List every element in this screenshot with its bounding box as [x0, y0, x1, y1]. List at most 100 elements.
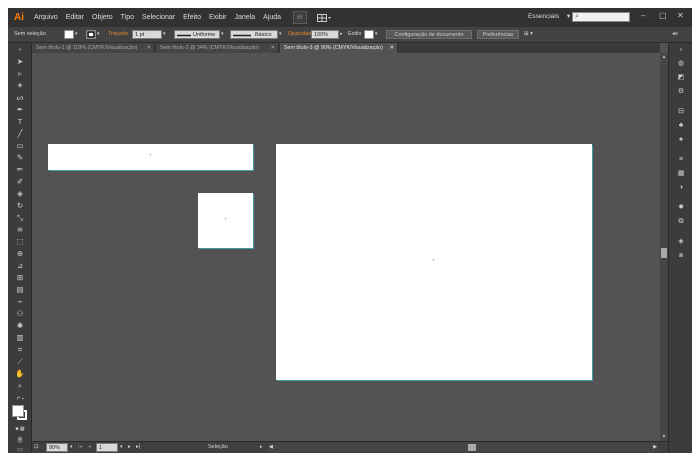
- opacity-field[interactable]: 100%: [311, 30, 339, 39]
- workspace-switcher[interactable]: Essenciais ▾: [528, 12, 570, 20]
- stroke-label[interactable]: Traçado: [108, 30, 128, 39]
- zoom-tool-icon[interactable]: ⌕: [13, 381, 27, 391]
- eraser-tool-icon[interactable]: ◈: [13, 189, 27, 199]
- blob-brush-tool-icon[interactable]: ✐: [13, 177, 27, 187]
- menu-exibir[interactable]: Exibir: [205, 14, 231, 21]
- pen-tool-icon[interactable]: ✒: [13, 105, 27, 115]
- search-input[interactable]: ⌕: [572, 12, 630, 22]
- layers-panel-icon[interactable]: ◈: [674, 237, 688, 247]
- scroll-left-icon[interactable]: ◀: [269, 443, 273, 452]
- panel-collapse-icon[interactable]: »: [13, 45, 27, 55]
- shape-builder-tool-icon[interactable]: ⊕: [13, 249, 27, 259]
- screen-mode-icon[interactable]: ▭: [13, 445, 27, 453]
- fill-stroke-control[interactable]: [12, 405, 28, 421]
- scroll-right-icon[interactable]: ▶: [653, 443, 657, 452]
- chevron-down-icon[interactable]: ▾: [75, 30, 78, 39]
- arrange-icon[interactable]: ⊞ ▾: [524, 30, 533, 39]
- appearance-panel-icon[interactable]: ✹: [674, 203, 688, 213]
- menu-ajuda[interactable]: Ajuda: [259, 14, 285, 21]
- menu-arquivo[interactable]: Arquivo: [30, 14, 62, 21]
- arrange-documents-icon[interactable]: [315, 12, 333, 23]
- brush-definition-dropdown[interactable]: Básico: [230, 30, 278, 39]
- panel-collapse-icon[interactable]: «: [674, 45, 688, 55]
- minimize-button[interactable]: –: [641, 11, 645, 20]
- paintbrush-tool-icon[interactable]: ✎: [13, 153, 27, 163]
- warp-tool-icon[interactable]: ≋: [13, 225, 27, 235]
- menu-selecionar[interactable]: Selecionar: [138, 14, 179, 21]
- stroke-weight-field[interactable]: 1 pt: [132, 30, 162, 39]
- document-setup-button[interactable]: Configuração de documento: [386, 30, 472, 39]
- mesh-tool-icon[interactable]: ⊞: [13, 273, 27, 283]
- bridge-icon[interactable]: Br: [293, 11, 308, 24]
- menu-objeto[interactable]: Objeto: [88, 14, 117, 21]
- perspective-grid-tool-icon[interactable]: ⊿: [13, 261, 27, 271]
- transparency-panel-icon[interactable]: ◑: [674, 183, 688, 193]
- close-icon[interactable]: ✕: [390, 43, 394, 53]
- close-button[interactable]: ✕: [677, 11, 684, 20]
- stroke-swatch[interactable]: [86, 30, 96, 39]
- align-panel-icon[interactable]: ⧉: [674, 217, 688, 227]
- scale-tool-icon[interactable]: ⤡: [13, 213, 27, 223]
- horizontal-scroll-thumb[interactable]: [468, 444, 476, 451]
- swatches-panel-icon[interactable]: ⚙: [674, 87, 688, 97]
- first-artboard-button[interactable]: |◂: [78, 443, 82, 452]
- chevron-down-icon[interactable]: ▾: [375, 30, 378, 39]
- chevron-down-icon[interactable]: ▾: [163, 30, 166, 39]
- preferences-button[interactable]: Preferências: [477, 30, 519, 39]
- artboard-2[interactable]: +: [198, 193, 253, 248]
- symbols-panel-icon[interactable]: ♣: [674, 121, 688, 131]
- blend-tool-icon[interactable]: ⚇: [13, 309, 27, 319]
- menu-efeito[interactable]: Efeito: [179, 14, 205, 21]
- menu-janela[interactable]: Janela: [231, 14, 260, 21]
- fill-color-box[interactable]: [12, 405, 24, 417]
- close-icon[interactable]: ✕: [147, 43, 151, 53]
- chevron-down-icon[interactable]: ▾: [120, 443, 123, 452]
- swap-fill-stroke-icon[interactable]: ↱ ▪: [13, 394, 27, 404]
- lasso-tool-icon[interactable]: ᔕ: [13, 93, 27, 103]
- canvas-area[interactable]: + + +: [32, 53, 660, 441]
- scroll-up-icon[interactable]: ▲: [660, 53, 668, 61]
- line-tool-icon[interactable]: ╱: [13, 129, 27, 139]
- direct-selection-tool-icon[interactable]: ▹: [13, 69, 27, 79]
- type-tool-icon[interactable]: T: [13, 117, 27, 127]
- chevron-down-icon[interactable]: ▾: [70, 443, 73, 452]
- chevron-down-icon[interactable]: ▾: [97, 30, 100, 39]
- close-icon[interactable]: ✕: [271, 43, 275, 53]
- free-transform-tool-icon[interactable]: ⬚: [13, 237, 27, 247]
- artboard-1[interactable]: +: [48, 144, 253, 170]
- color-panel-icon[interactable]: ◍: [674, 59, 688, 69]
- column-graph-tool-icon[interactable]: ▥: [13, 333, 27, 343]
- gradient-panel-icon[interactable]: ▦: [674, 169, 688, 179]
- artboard-3[interactable]: +: [276, 144, 592, 380]
- tab-document-3[interactable]: Sem título-3 @ 90% (CMYK/Visualização) ✕: [280, 43, 398, 53]
- artboard-tool-icon[interactable]: ⌗: [13, 345, 27, 355]
- slice-tool-icon[interactable]: ⟋: [13, 357, 27, 367]
- chevron-down-icon[interactable]: ▸: [340, 30, 343, 39]
- variable-width-profile-dropdown[interactable]: Uniforme: [174, 30, 220, 39]
- scroll-down-icon[interactable]: ▼: [660, 433, 668, 441]
- stroke-panel-icon[interactable]: ≡: [674, 155, 688, 165]
- artboards-panel-icon[interactable]: ⧈: [674, 251, 688, 261]
- selection-tool-icon[interactable]: ➤: [13, 57, 27, 67]
- vertical-scroll-thumb[interactable]: [661, 248, 667, 258]
- menu-tipo[interactable]: Tipo: [117, 14, 138, 21]
- pencil-tool-icon[interactable]: ✏: [13, 165, 27, 175]
- last-artboard-button[interactable]: ▸|: [136, 443, 140, 452]
- tab-document-2[interactable]: Sem título-2 @ 34% (CMYK/Visualização) ✕: [156, 43, 279, 53]
- restore-button[interactable]: ▢: [659, 11, 667, 20]
- fill-swatch[interactable]: [64, 30, 74, 39]
- hand-tool-icon[interactable]: ✋: [13, 369, 27, 379]
- magic-wand-tool-icon[interactable]: ✶: [13, 81, 27, 91]
- chevron-down-icon[interactable]: ▾: [221, 30, 224, 39]
- artboard-number-field[interactable]: 1: [96, 443, 118, 452]
- brushes-panel-icon[interactable]: ⊟: [674, 107, 688, 117]
- rotate-tool-icon[interactable]: ↻: [13, 201, 27, 211]
- vertical-scrollbar[interactable]: ▲ ▼: [660, 53, 668, 441]
- status-menu-arrow-icon[interactable]: ▸: [260, 443, 263, 452]
- previous-artboard-button[interactable]: ◂: [88, 443, 91, 452]
- color-mode-icons[interactable]: ■ ▦ ⊘: [13, 424, 27, 442]
- graphic-style-swatch[interactable]: [364, 30, 374, 39]
- menu-editar[interactable]: Editar: [62, 14, 88, 21]
- tab-document-1[interactable]: Sem título-1 @ 119% (CMYK/Visualização) …: [32, 43, 155, 53]
- eyedropper-tool-icon[interactable]: ⌁: [13, 297, 27, 307]
